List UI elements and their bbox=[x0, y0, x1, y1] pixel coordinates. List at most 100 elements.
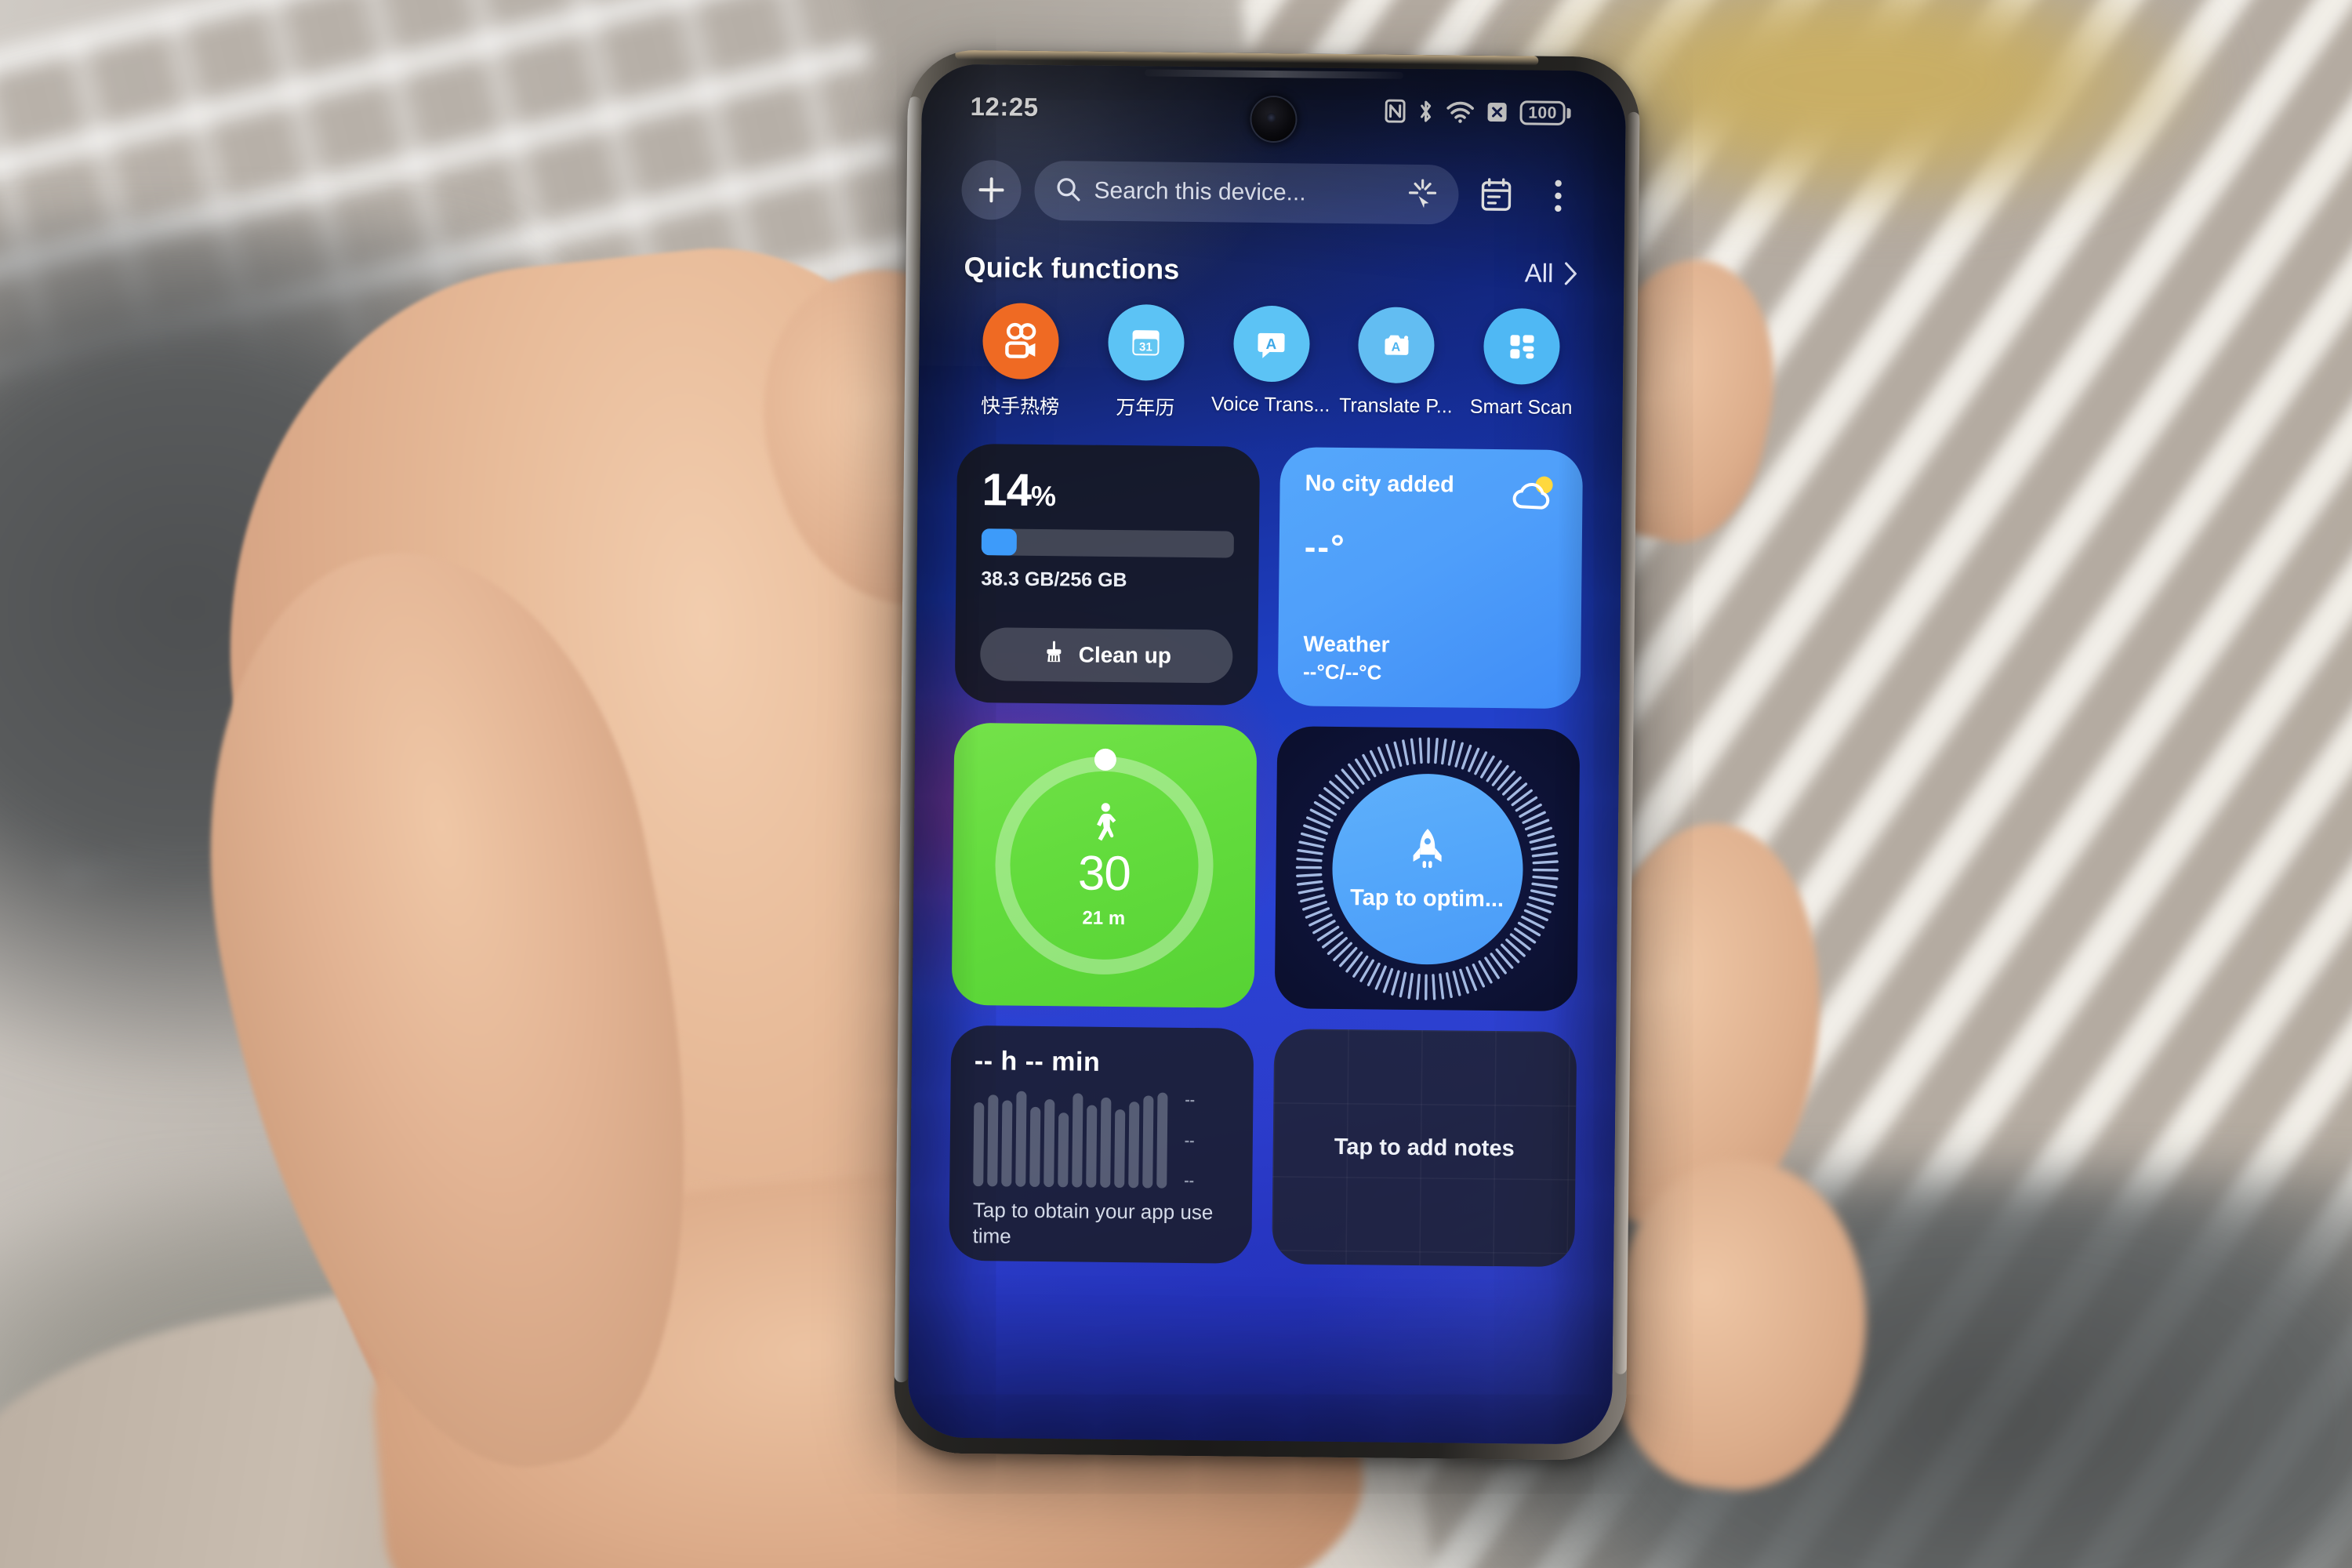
calendar-31-icon: 31 bbox=[1107, 303, 1185, 381]
walking-person-icon bbox=[1088, 801, 1122, 848]
battery-cap bbox=[1566, 107, 1571, 118]
svg-text:31: 31 bbox=[1139, 340, 1152, 354]
weather-city: No city added bbox=[1305, 470, 1454, 498]
top-toolbar: Search this device... bbox=[955, 159, 1591, 226]
weather-range: --°C/--°C bbox=[1302, 659, 1382, 684]
search-icon bbox=[1054, 176, 1081, 206]
broom-icon bbox=[1041, 639, 1066, 670]
screen-time-bar bbox=[1142, 1095, 1154, 1189]
battery-level: 100 bbox=[1519, 100, 1566, 125]
storage-percent-value: 14 bbox=[982, 464, 1032, 516]
more-options-button[interactable] bbox=[1534, 172, 1583, 221]
launcher-ui: 12:25 100 Search this device... Quick fu… bbox=[908, 64, 1626, 1444]
svg-text:A: A bbox=[1391, 340, 1400, 354]
storage-widget[interactable]: 14% 38.3 GB/256 GB Clean up bbox=[954, 443, 1261, 706]
screen-time-bar bbox=[1001, 1100, 1013, 1187]
quick-function-smart-scan[interactable]: Smart Scan bbox=[1461, 307, 1583, 420]
quick-functions-title: Quick functions bbox=[964, 250, 1180, 285]
quick-function-label: Smart Scan bbox=[1469, 395, 1573, 419]
optimize-button[interactable]: Tap to optim... bbox=[1330, 772, 1524, 965]
screen-time-bar bbox=[973, 1102, 985, 1187]
front-camera-punch-hole bbox=[1251, 96, 1296, 142]
step-counter-widget[interactable]: 30 21 m bbox=[951, 722, 1258, 1008]
search-input[interactable]: Search this device... bbox=[1094, 178, 1394, 208]
screen-time-bar bbox=[1044, 1098, 1055, 1188]
step-ring: 30 21 m bbox=[994, 748, 1214, 976]
quick-function-voice-translate[interactable]: A Voice Trans... bbox=[1210, 305, 1332, 417]
weather-temperature: --° bbox=[1304, 528, 1346, 568]
cloud-sun-icon bbox=[1508, 473, 1558, 518]
storage-percent-unit: % bbox=[1030, 479, 1056, 513]
quick-function-label: 快手热榜 bbox=[980, 395, 1060, 419]
screen-time-hint: Tap to obtain your app use time bbox=[972, 1198, 1214, 1248]
add-widget-button[interactable] bbox=[961, 159, 1022, 220]
status-time: 12:25 bbox=[970, 91, 1039, 122]
quick-function-translate-photo[interactable]: A Translate P... bbox=[1335, 307, 1457, 419]
search-bar[interactable]: Search this device... bbox=[1034, 160, 1459, 225]
nfc-icon bbox=[1385, 99, 1406, 123]
svg-text:A: A bbox=[1266, 336, 1277, 352]
wifi-icon bbox=[1446, 100, 1474, 123]
step-distance: 21 m bbox=[1082, 907, 1126, 929]
screen-time-bar bbox=[1072, 1093, 1083, 1188]
quick-function-calendar[interactable]: 31 万年历 bbox=[1084, 303, 1207, 422]
weather-top-row: No city added bbox=[1305, 470, 1558, 517]
camera-a-icon: A bbox=[1358, 307, 1436, 384]
screen-time-chart: -- -- -- bbox=[973, 1091, 1229, 1189]
screen-time-value: -- h -- min bbox=[974, 1046, 1101, 1077]
lens-scan-icon[interactable] bbox=[1406, 176, 1438, 212]
storage-progress-track bbox=[981, 528, 1234, 558]
chevron-right-icon bbox=[1564, 262, 1577, 285]
phone-screen: 12:25 100 Search this device... Quick fu… bbox=[907, 64, 1627, 1445]
screen-time-axis: -- -- -- bbox=[1179, 1091, 1196, 1190]
storage-percent: 14% bbox=[982, 464, 1235, 516]
screen-time-bar bbox=[1100, 1098, 1112, 1188]
optimize-label: Tap to optim... bbox=[1349, 885, 1504, 913]
storage-usage-text: 38.3 GB/256 GB bbox=[981, 568, 1127, 592]
screen-time-bar bbox=[1029, 1106, 1041, 1187]
quick-function-label: 万年历 bbox=[1116, 396, 1175, 419]
step-ring-content: 30 21 m bbox=[994, 755, 1214, 975]
clean-up-button[interactable]: Clean up bbox=[979, 627, 1233, 684]
screen-time-axis-label: -- bbox=[1184, 1132, 1195, 1149]
dark-cushion-left bbox=[0, 220, 706, 1082]
screen-time-bar bbox=[1015, 1091, 1027, 1187]
battery-icon: 100 bbox=[1519, 100, 1571, 125]
quick-function-label: Translate P... bbox=[1339, 394, 1453, 418]
notes-widget[interactable]: Tap to add notes bbox=[1272, 1029, 1577, 1268]
screen-time-axis-label: -- bbox=[1185, 1091, 1196, 1109]
status-icons: 100 bbox=[1385, 99, 1571, 125]
screen-time-bars bbox=[973, 1091, 1168, 1189]
bluetooth-icon bbox=[1417, 99, 1434, 124]
clean-up-label: Clean up bbox=[1078, 642, 1172, 668]
rocket-icon bbox=[1406, 826, 1449, 879]
plus-icon bbox=[978, 177, 1004, 203]
screen-time-bar bbox=[1114, 1109, 1126, 1189]
calendar-button[interactable] bbox=[1472, 171, 1521, 220]
grid-scan-icon bbox=[1483, 307, 1560, 385]
grey-floor-patch bbox=[0, 1176, 815, 1568]
storage-progress-fill bbox=[981, 528, 1018, 556]
quick-functions-header: Quick functions All bbox=[954, 251, 1589, 290]
quick-function-label: Voice Trans... bbox=[1210, 393, 1330, 416]
all-label: All bbox=[1524, 258, 1554, 288]
screen-time-widget[interactable]: -- h -- min -- -- -- Tap to obtain your ap… bbox=[949, 1025, 1254, 1264]
notes-label: Tap to add notes bbox=[1334, 1134, 1515, 1161]
widget-grid: 14% 38.3 GB/256 GB Clean up No city adde… bbox=[944, 443, 1588, 1268]
speech-bubble-a-icon: A bbox=[1232, 305, 1310, 383]
quick-function-kuaishou[interactable]: 快手热榜 bbox=[959, 303, 1082, 420]
screen-time-axis-label: -- bbox=[1184, 1172, 1195, 1190]
optimize-widget[interactable]: Tap to optim... bbox=[1274, 726, 1581, 1012]
weather-label: Weather bbox=[1303, 631, 1390, 657]
more-vertical-icon bbox=[1555, 180, 1562, 212]
quick-functions-row: 快手热榜 31 万年历 A Voice Trans... A Translate… bbox=[953, 303, 1589, 425]
weather-widget[interactable]: No city added --° Weather --°C/--°C bbox=[1277, 447, 1584, 710]
screen-time-bar bbox=[1156, 1092, 1168, 1189]
screen-time-bar bbox=[987, 1094, 999, 1187]
screen-time-bar bbox=[1128, 1102, 1140, 1189]
step-count: 30 bbox=[1077, 845, 1131, 901]
smartphone: 12:25 100 Search this device... Quick fu… bbox=[893, 49, 1641, 1461]
quick-functions-all-button[interactable]: All bbox=[1525, 258, 1579, 289]
kuaishou-camera-icon bbox=[982, 303, 1060, 380]
screen-time-bar bbox=[1058, 1112, 1069, 1188]
